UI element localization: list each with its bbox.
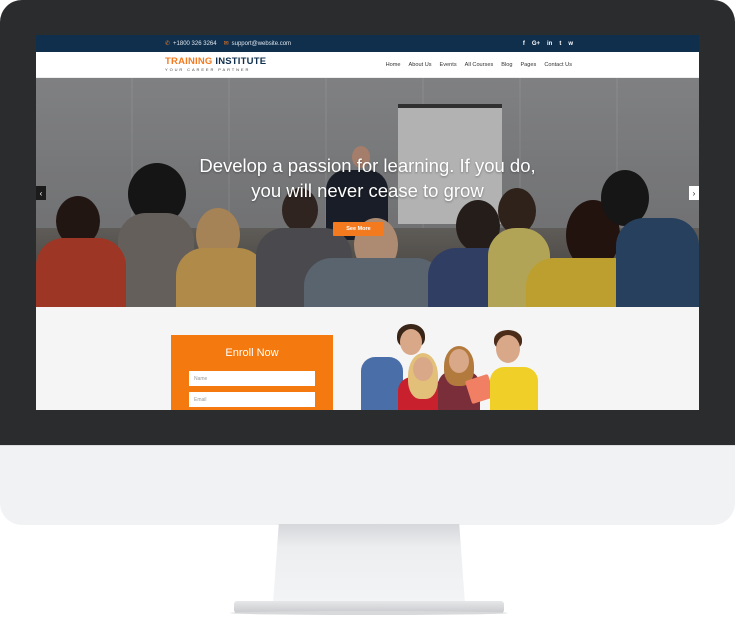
facebook-icon[interactable]: f xyxy=(523,41,525,47)
nav-item-blog[interactable]: Blog xyxy=(501,62,512,68)
envelope-icon: ✉ xyxy=(223,41,229,47)
enroll-title: Enroll Now xyxy=(225,347,279,359)
nav-item-contact-us[interactable]: Contact Us xyxy=(544,62,572,68)
site-logo[interactable]: TRAINING INSTITUTE YOUR CAREER PARTNER xyxy=(165,57,266,72)
slider-prev-arrow-icon[interactable]: ‹ xyxy=(36,186,46,200)
social-links: f G+ in t w xyxy=(523,41,573,47)
phone-number: +1800 326 3264 xyxy=(173,40,217,47)
enroll-form: Enroll Now Name Email xyxy=(171,335,333,410)
email-field[interactable]: Email xyxy=(189,392,315,407)
phone-icon: ✆ xyxy=(165,41,171,47)
student-head xyxy=(496,335,520,363)
monitor-stand xyxy=(273,524,465,604)
enroll-section: Enroll Now Name Email xyxy=(36,307,699,410)
nav-item-about-us[interactable]: About Us xyxy=(409,62,432,68)
logo-tagline: YOUR CAREER PARTNER xyxy=(165,66,251,72)
nav-item-events[interactable]: Events xyxy=(440,62,457,68)
phone-contact[interactable]: ✆ +1800 326 3264 xyxy=(165,40,217,48)
whatsapp-icon[interactable]: w xyxy=(568,41,573,47)
student-head xyxy=(413,357,433,381)
student-body xyxy=(490,367,538,410)
google-plus-icon[interactable]: G+ xyxy=(532,41,540,47)
website-screen: ✆ +1800 326 3264 ✉ support@website.com f… xyxy=(36,35,699,410)
hero-headline-line-1: Develop a passion for learning. If you d… xyxy=(199,155,536,176)
top-contact-bar: ✆ +1800 326 3264 ✉ support@website.com f… xyxy=(36,35,699,52)
students-photo xyxy=(356,317,556,410)
student-body xyxy=(361,357,403,410)
main-navbar: TRAINING INSTITUTE YOUR CAREER PARTNER H… xyxy=(36,52,699,78)
monitor-chin xyxy=(0,445,735,525)
nav-item-all-courses[interactable]: All Courses xyxy=(465,62,494,68)
linkedin-icon[interactable]: in xyxy=(547,41,552,47)
name-field[interactable]: Name xyxy=(189,371,315,386)
student-head xyxy=(400,329,422,355)
twitter-icon[interactable]: t xyxy=(559,41,561,47)
see-more-button[interactable]: See More xyxy=(333,222,384,236)
student-head xyxy=(449,349,469,373)
hero-headline-line-2: you will never cease to grow xyxy=(251,180,484,201)
slider-next-arrow-icon[interactable]: › xyxy=(689,186,699,200)
hero-headline: Develop a passion for learning. If you d… xyxy=(36,153,699,203)
logo-word-training: TRAINING xyxy=(165,56,213,68)
logo-wordmark: TRAINING INSTITUTE xyxy=(165,57,266,67)
nav-menu: Home About Us Events All Courses Blog Pa… xyxy=(386,62,572,68)
email-contact[interactable]: ✉ support@website.com xyxy=(223,40,292,48)
nav-item-home[interactable]: Home xyxy=(386,62,401,68)
hero-slider: Develop a passion for learning. If you d… xyxy=(36,78,699,307)
monitor-shadow xyxy=(230,611,508,615)
logo-word-institute: INSTITUTE xyxy=(215,56,267,68)
email-address: support@website.com xyxy=(231,40,292,47)
nav-item-pages[interactable]: Pages xyxy=(520,62,536,68)
